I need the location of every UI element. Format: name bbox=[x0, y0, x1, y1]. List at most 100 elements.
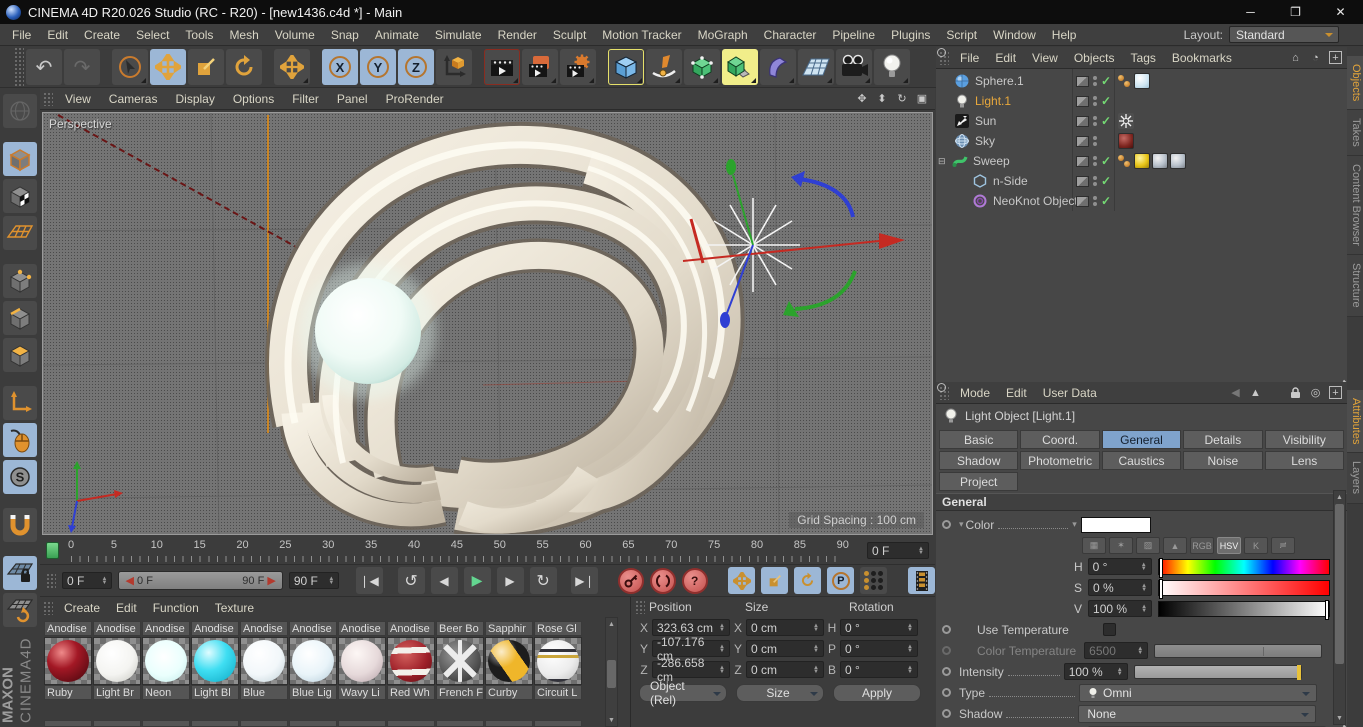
frame-range-slider[interactable]: ◀ 0 F 90 F ▶ bbox=[118, 571, 282, 590]
texture-tag-icon[interactable] bbox=[1118, 133, 1134, 149]
menu-item[interactable]: Snap bbox=[323, 28, 367, 42]
scroll-up-icon[interactable]: ▲ bbox=[606, 618, 617, 630]
spinner-icon[interactable] bbox=[98, 577, 108, 585]
rotation-h-field[interactable]: 0 ° bbox=[840, 619, 918, 636]
viewport-menu-item[interactable]: Display bbox=[166, 92, 223, 106]
viewport-rotate-icon[interactable]: ↻ bbox=[895, 92, 909, 105]
position-y-field[interactable]: -107.176 cm bbox=[652, 640, 730, 657]
attribute-tab[interactable]: General bbox=[1102, 430, 1181, 449]
y-axis-lock-button[interactable]: Y bbox=[360, 49, 396, 85]
size-mode-dropdown[interactable]: Size bbox=[736, 684, 824, 702]
render-settings-button[interactable] bbox=[560, 49, 596, 85]
floor-environment-button[interactable] bbox=[798, 49, 834, 85]
array-generator-button[interactable] bbox=[722, 49, 758, 85]
texture-mode-button[interactable] bbox=[3, 179, 37, 213]
layer-box[interactable] bbox=[1076, 136, 1089, 147]
range-start-field[interactable]: 0 F bbox=[62, 572, 112, 589]
om-home-icon[interactable]: ⌂ bbox=[1289, 51, 1302, 64]
am-menu-item[interactable]: Edit bbox=[998, 386, 1035, 400]
object-row-sun[interactable]: Sun ✓ bbox=[936, 111, 1347, 131]
key-ring-icon[interactable] bbox=[942, 520, 951, 529]
move-tool-button[interactable] bbox=[150, 49, 186, 85]
menu-item[interactable]: Edit bbox=[39, 28, 76, 42]
om-search-icon[interactable] bbox=[1269, 51, 1282, 64]
attribute-tab[interactable]: Photometric bbox=[1020, 451, 1099, 470]
value-field[interactable]: 100 % bbox=[1088, 600, 1152, 617]
om-menu-item[interactable]: View bbox=[1024, 51, 1066, 65]
am-lock-icon[interactable] bbox=[1289, 386, 1302, 399]
menu-item[interactable]: Select bbox=[128, 28, 177, 42]
om-menu-item[interactable]: File bbox=[952, 51, 987, 65]
attribute-tab[interactable]: Shadow bbox=[939, 451, 1018, 470]
menu-item[interactable]: Script bbox=[938, 28, 985, 42]
rotation-b-field[interactable]: 0 ° bbox=[840, 661, 918, 678]
material-drag-handle[interactable] bbox=[43, 601, 53, 615]
am-search-icon[interactable] bbox=[1269, 386, 1282, 399]
viewport-menu-item[interactable]: ProRender bbox=[377, 92, 453, 106]
am-menu-item[interactable]: Mode bbox=[952, 386, 998, 400]
key-ring-icon[interactable] bbox=[942, 667, 951, 676]
menu-item[interactable]: Render bbox=[490, 28, 545, 42]
viewport-toggle-icon[interactable]: ▣ bbox=[915, 92, 929, 105]
object-name[interactable]: Sky bbox=[970, 134, 995, 148]
spinner-icon[interactable] bbox=[1137, 563, 1147, 571]
viewport-menu-item[interactable]: Options bbox=[224, 92, 283, 106]
material-item[interactable]: Anodise Blue Lig bbox=[289, 621, 337, 700]
am-side-tab[interactable]: Attributes bbox=[1347, 390, 1363, 453]
om-side-tab[interactable]: Content Browser bbox=[1347, 156, 1363, 255]
object-row-sky[interactable]: Sky ✓ bbox=[936, 131, 1347, 151]
color-wheel-icon[interactable]: ✶ bbox=[1109, 537, 1133, 554]
scroll-down-icon[interactable]: ▼ bbox=[606, 714, 617, 726]
viewport-menu-item[interactable]: View bbox=[56, 92, 100, 106]
apply-button[interactable]: Apply bbox=[833, 684, 921, 702]
menu-item[interactable]: Window bbox=[985, 28, 1044, 42]
viewport-zoom-icon[interactable]: ⬍ bbox=[875, 92, 889, 105]
menu-item[interactable]: Simulate bbox=[427, 28, 490, 42]
section-header[interactable]: General bbox=[936, 493, 1347, 511]
texture-tag-icon[interactable] bbox=[1134, 73, 1150, 89]
subdivision-surface-button[interactable] bbox=[684, 49, 720, 85]
menu-item[interactable]: Pipeline bbox=[824, 28, 883, 42]
menu-item[interactable]: Motion Tracker bbox=[594, 28, 689, 42]
material-item[interactable]: Anodise Light Bl bbox=[191, 621, 239, 700]
material-thumbnail[interactable] bbox=[93, 637, 141, 685]
spinner-icon[interactable] bbox=[809, 645, 819, 653]
material-thumbnail[interactable] bbox=[142, 637, 190, 685]
play-backwards-button[interactable]: ↺ bbox=[398, 567, 425, 594]
size-x-field[interactable]: 0 cm bbox=[746, 619, 824, 636]
menu-item[interactable]: MoGraph bbox=[690, 28, 756, 42]
play-button[interactable]: ▶ bbox=[464, 567, 491, 594]
spinner-icon[interactable] bbox=[715, 624, 725, 632]
attribute-tab[interactable]: Lens bbox=[1265, 451, 1344, 470]
material-item[interactable]: Anodise Neon bbox=[142, 621, 190, 700]
visibility-dots[interactable] bbox=[1093, 96, 1097, 106]
compact-picker-icon[interactable]: ▦ bbox=[1082, 537, 1106, 554]
menu-item[interactable]: Sculpt bbox=[545, 28, 594, 42]
z-axis-lock-button[interactable]: Z bbox=[398, 49, 434, 85]
current-frame-field[interactable]: 0 F bbox=[867, 542, 929, 559]
layer-box[interactable] bbox=[1076, 156, 1089, 167]
saturation-slider[interactable] bbox=[1158, 580, 1330, 596]
transport-drag-handle[interactable] bbox=[46, 573, 56, 589]
object-name[interactable]: Sweep bbox=[968, 154, 1010, 168]
object-row-sweep[interactable]: ⊟ Sweep ✓ bbox=[936, 151, 1347, 171]
shadow-dropdown[interactable]: None bbox=[1078, 705, 1316, 723]
material-item[interactable]: Anodise Light Br bbox=[93, 621, 141, 700]
keyframe-selection-button[interactable]: ? bbox=[682, 568, 708, 594]
scroll-up-icon[interactable]: ▲ bbox=[1334, 491, 1345, 503]
spinner-icon[interactable] bbox=[903, 624, 913, 632]
material-item[interactable]: Anodise Wavy Li bbox=[338, 621, 386, 700]
workplane-button[interactable] bbox=[3, 593, 37, 627]
material-item[interactable]: Anodise Blue bbox=[240, 621, 288, 700]
material-thumbnail[interactable] bbox=[387, 637, 435, 685]
material-thumbnail[interactable] bbox=[436, 637, 484, 685]
add-cube-button[interactable] bbox=[608, 49, 644, 85]
last-tool-button[interactable] bbox=[274, 49, 310, 85]
position-x-field[interactable]: 323.63 cm bbox=[652, 619, 730, 636]
size-y-field[interactable]: 0 cm bbox=[746, 640, 824, 657]
timeline-ruler[interactable]: 051015202530354045505560657075808590 bbox=[61, 537, 853, 564]
am-add-icon[interactable]: + bbox=[1329, 386, 1342, 399]
playhead[interactable] bbox=[46, 542, 59, 559]
phong-tag-icon[interactable] bbox=[1118, 154, 1132, 168]
hue-slider[interactable] bbox=[1158, 559, 1330, 575]
